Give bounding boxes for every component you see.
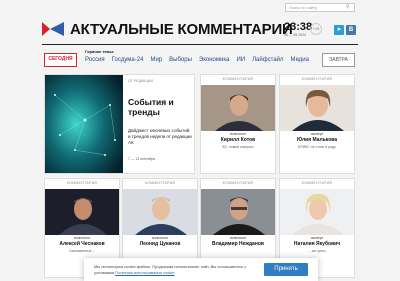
today-button[interactable]: СЕГОДНЯ [44,53,77,67]
author-role: политолог [151,236,169,240]
search-icon[interactable]: ⚲ [346,4,352,10]
comment-card[interactable]: КОММЕНТАРИЙ политолог Кирилл Котов 5G, н… [200,74,276,174]
author-photo [123,189,197,235]
logo-icon[interactable] [42,22,64,36]
header: АКТУАЛЬНЫЕ КОММЕНТАРИИ 23:38 05 … 05 202… [42,17,360,43]
nav-item-russia[interactable]: Россия [85,57,105,63]
cookie-accept-button[interactable]: Принять [264,263,308,276]
featured-subtitle: Дайджест ключевых событий и трендов неде… [128,128,192,145]
card-tag: КОММЕНТАРИЙ [301,181,333,185]
author-photo [45,189,119,235]
featured-title[interactable]: События и тренды [128,97,194,117]
author-name[interactable]: Юлия Малькова [280,137,354,143]
featured-image [45,75,123,173]
author-name[interactable]: Алексей Чеснаков [45,241,119,247]
telegram-icon[interactable]: ➤ [334,25,344,35]
card-tag: КОММЕНТАРИЙ [66,181,98,185]
page: Поиск по сайту ⚲ АКТУАЛЬНЫЕ КОММЕНТАРИИ … [0,0,400,281]
cookie-policy-link[interactable]: Политики использования cookie [115,270,174,275]
site-title[interactable]: АКТУАЛЬНЫЕ КОММЕНТАРИИ [70,21,293,38]
author-name[interactable]: Кирилл Котов [201,137,275,143]
nav-item-economy[interactable]: Экономика [199,57,230,63]
author-photo [280,189,354,235]
comment-snippet: 5G, новый импульс [222,145,254,149]
comment-card[interactable]: КОММЕНТАРИЙ эксперт Юлия Малькова БРИКС … [279,74,355,174]
comment-snippet: Самозванные… [68,249,96,253]
hot-topics-nav: Россия Госдума-24 Мир Выборы Экономика И… [85,57,309,63]
card-tag: КОММЕНТАРИЙ [301,77,333,81]
vk-icon[interactable]: В [346,25,356,35]
author-name[interactable]: Наталия Якубович [280,241,354,247]
author-photo [201,189,275,235]
author-role: политолог [229,132,247,136]
card-tag: КОММЕНТАРИЙ [222,181,254,185]
featured-card[interactable]: ОТ РЕДАКЦИИ События и тренды Дайджест кл… [44,74,195,174]
nav-item-duma[interactable]: Госдума-24 [112,57,144,63]
nav-item-lifestyle[interactable]: Лайфстайл [252,57,283,63]
featured-date: 7 — 13 сентября [128,157,156,161]
nav-item-media[interactable]: Медиа [291,57,309,63]
header-divider [42,44,358,45]
nav-item-elections[interactable]: Выборы [169,57,192,63]
author-photo [280,85,354,131]
comment-snippet: БРИКС не стоит в ряду [298,145,336,149]
card-tag: КОММЕНТАРИЙ [144,181,176,185]
featured-tag: ОТ РЕДАКЦИИ [128,79,153,83]
hot-topics-label: Горячие темы: [85,49,115,54]
clock-time: 23:38 [284,21,313,33]
nav-item-ai[interactable]: ИИ [236,57,245,63]
author-photo [201,85,275,131]
author-role: политолог [73,236,91,240]
cookie-text-block: Мы используем cookie-файлы. Продолжая ис… [94,264,254,275]
nav-item-world[interactable]: Мир [150,57,162,63]
comment-snippet: …ые цены [308,249,326,253]
author-name[interactable]: Владимир Нежданов [201,241,275,247]
clock-date: 05 … 05 2024 [284,33,306,37]
author-role: эксперт [310,236,324,240]
card-tag: КОММЕНТАРИЙ [222,77,254,81]
author-role: эксперт [310,132,324,136]
author-role: политолог [229,236,247,240]
author-name[interactable]: Леонид Цуканов [123,241,197,247]
search-input[interactable]: Поиск по сайту [285,3,355,12]
tomorrow-button[interactable]: ЗАВТРА [322,53,355,67]
cookie-banner: Мы используем cookie-файлы. Продолжая ис… [84,258,318,281]
weather-badge: +15 [310,23,322,35]
